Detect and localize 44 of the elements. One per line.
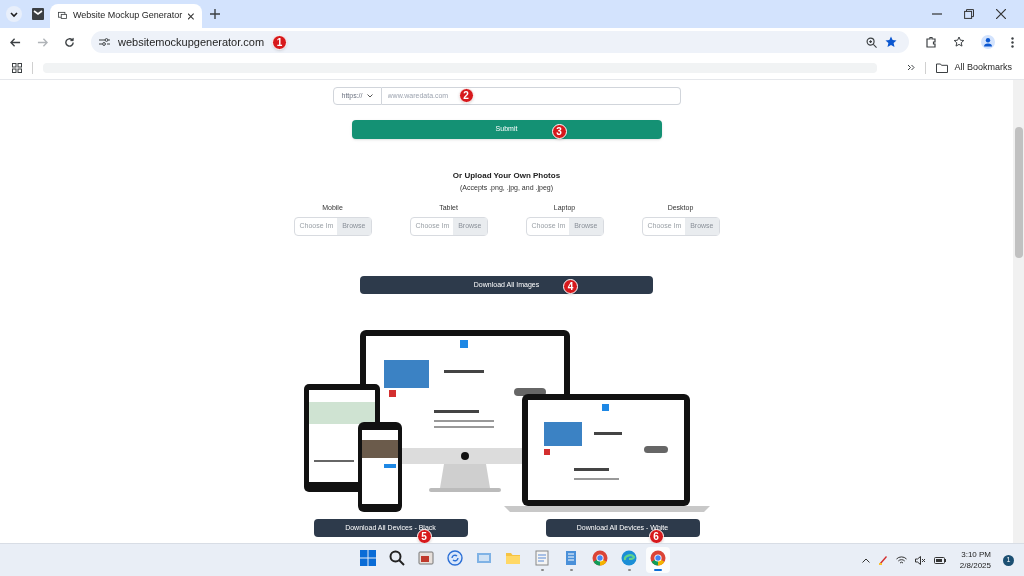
tab-list-icon[interactable]: [6, 6, 22, 22]
chrome-icon: [592, 549, 608, 566]
caret-icon: [366, 94, 373, 98]
pinned-tab-icon[interactable]: [32, 8, 44, 20]
clock[interactable]: 3:10 PM 2/8/2025: [959, 549, 991, 571]
start-icon: [360, 549, 376, 566]
folder-icon[interactable]: [936, 62, 949, 73]
apps-grid-icon[interactable]: [12, 62, 22, 73]
sync-icon: [447, 549, 463, 566]
back-icon[interactable]: [10, 36, 21, 48]
profile-icon[interactable]: [981, 35, 995, 49]
chrome-icon: [650, 549, 666, 566]
chevron-up-icon[interactable]: [861, 557, 870, 563]
search-icon: [389, 549, 405, 566]
scrollbar-thumb[interactable]: [1014, 127, 1023, 258]
site-settings-icon[interactable]: [99, 37, 110, 47]
star-list-icon[interactable]: [953, 36, 965, 48]
notepad-icon: [534, 549, 550, 566]
callout-number: 2: [458, 88, 474, 103]
new-tab-icon[interactable]: [210, 9, 220, 19]
bookmark-star-icon[interactable]: [885, 36, 897, 48]
extensions-icon[interactable]: [925, 36, 937, 48]
restore-icon[interactable]: [964, 9, 974, 19]
all-bookmarks-link[interactable]: All Bookmarks: [954, 60, 1012, 75]
browser-tab[interactable]: Website Mockup Generator: [50, 4, 202, 28]
monitor-icon: [58, 11, 67, 21]
upload-heading: Or Upload Your Own Photos: [452, 169, 561, 182]
callout-number: 1: [272, 34, 288, 50]
zoom-icon[interactable]: [866, 36, 877, 48]
pen-tray-icon[interactable]: [877, 555, 888, 565]
document-icon: [563, 549, 579, 566]
edge-icon: [621, 549, 637, 566]
battery-icon[interactable]: [933, 556, 946, 564]
close-icon[interactable]: [996, 9, 1006, 19]
address-bar[interactable]: websitemockupgenerator.com 1: [91, 31, 909, 53]
wifi-icon[interactable]: [895, 555, 907, 565]
close-tab-icon[interactable]: [188, 12, 194, 20]
reload-icon[interactable]: [64, 36, 75, 48]
speaker-muted-icon[interactable]: [914, 555, 926, 565]
scrollbar[interactable]: [1013, 80, 1024, 543]
photos-icon: [418, 549, 434, 566]
menu-icon[interactable]: [1011, 36, 1014, 48]
chevron-double-icon[interactable]: [907, 64, 916, 71]
url-text: websitemockupgenerator.com: [118, 34, 265, 50]
